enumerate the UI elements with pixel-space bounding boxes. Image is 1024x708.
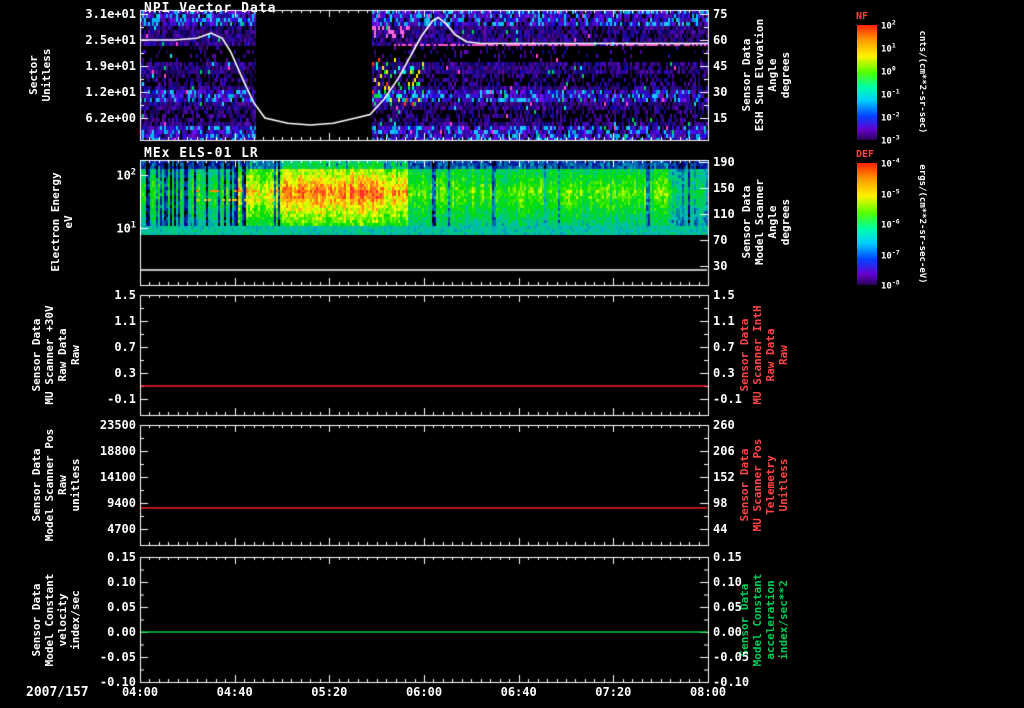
multi-panel-time-series-figure: NPI Vector Data MEx ELS-01 LR NF DEF cnt… [0,0,1024,708]
tick-label: 110 [713,207,735,221]
p2-right-axis-label: Sensor Data Model Scanner Angle degrees [740,178,792,266]
tick-label: 1.5 [114,288,136,302]
tick-label: -0.1 [107,392,136,406]
tick-label: 206 [713,444,735,458]
tick-label: 75 [713,7,728,21]
tick-label: 18800 [99,444,136,458]
tick-label: 10-7 [881,248,900,261]
tick-label: 07:20 [595,685,632,699]
tick-label: 0.7 [713,340,735,354]
tick-label: 190 [713,155,735,169]
tick-label: 14100 [99,470,136,484]
tick-label: 2.5e+01 [85,33,136,47]
tick-label: 0.3 [114,366,136,380]
tick-label: 06:40 [500,685,537,699]
tick-label: 3.1e+01 [85,7,136,21]
p3-right-axis-label: Sensor Data MU Scanner IntH Raw Data Raw [738,305,790,405]
tick-label: 1.9e+01 [85,59,136,73]
tick-label: 1.2e+01 [85,85,136,99]
tick-label: 06:00 [405,685,443,699]
tick-label: 08:00 [689,685,727,699]
tick-label: 102 [881,18,896,32]
p2-left-axis-label: Electron Energy eV [49,172,75,272]
p4-left-axis-label: Sensor Data Model Scanner Pos Raw unitle… [30,428,82,542]
tick-label: 102 [116,167,136,183]
panel2-title: MEx ELS-01 LR [144,146,259,161]
tick-label: 101 [881,41,896,55]
tick-label: 150 [713,181,735,195]
tick-label: -0.05 [713,650,750,664]
tick-label: 4700 [107,522,136,536]
tick-label: 0.10 [107,575,136,589]
tick-label: 9400 [107,496,136,510]
tick-label: 70 [713,233,728,247]
tick-label: 10-5 [881,187,900,200]
tick-label: 0.15 [713,550,742,564]
p3-left-axis-label: Sensor Data MU Scanner +30V Raw Data Raw [30,305,82,405]
tick-label: 100 [881,64,896,78]
tick-label: 30 [713,85,728,99]
axes-overlay-canvas [0,0,1024,708]
tick-label: 98 [713,496,728,510]
tick-label: 23500 [99,418,136,432]
tick-label: 0.15 [107,550,136,564]
tick-label: 05:20 [311,685,348,699]
tick-label: 0.05 [107,600,136,614]
tick-label: 10-1 [881,87,900,101]
tick-label: 10-6 [881,217,900,231]
tick-label: -0.05 [99,650,136,664]
panel1-title: NPI Vector Data [144,1,277,16]
tick-label: 44 [713,522,728,536]
tick-label: 1.1 [713,314,735,328]
tick-label: 10-3 [881,133,900,147]
tick-label: 10-8 [881,278,900,292]
tick-label: 10-2 [881,110,900,124]
tick-label: 04:40 [216,685,253,699]
tick-label: 30 [713,259,728,273]
tick-label: 1.5 [713,288,735,302]
date-label: 2007/157 [26,685,89,700]
tick-label: 1.1 [114,314,136,328]
tick-label: 60 [713,33,728,47]
tick-label: 260 [713,418,735,432]
tick-label: 10-4 [881,156,900,170]
p1-left-axis-label: Sector Unitless [27,48,53,102]
tick-label: 101 [116,220,136,236]
tick-label: 15 [713,111,728,125]
tick-label: 0.00 [713,625,742,639]
p1-right-axis-label: Sensor Data ESH Sun Elevation Angle degr… [740,18,792,132]
tick-label: 45 [713,59,728,73]
tick-label: 0.3 [713,366,735,380]
tick-label: 0.00 [107,625,136,639]
def-colorbar-label: DEF [856,149,875,160]
tick-label: 04:00 [121,685,159,699]
tick-label: 6.2e+00 [85,111,136,125]
p5-left-axis-label: Sensor Data Model Constant velocity inde… [30,573,82,667]
nf-colorbar-unit: cnts/(cm**2-sr-sec) [917,30,927,134]
tick-label: -0.1 [713,392,742,406]
tick-label: 152 [713,470,735,484]
tick-label: 0.05 [713,600,742,614]
tick-label: 0.7 [114,340,136,354]
nf-colorbar-label: NF [856,11,869,22]
p4-right-axis-label: Sensor Data MU Scanner Pos Telemetry Uni… [738,438,790,532]
tick-label: 0.10 [713,575,742,589]
def-colorbar-unit: ergs/(cm**2-sr-sec-eV) [917,164,927,284]
